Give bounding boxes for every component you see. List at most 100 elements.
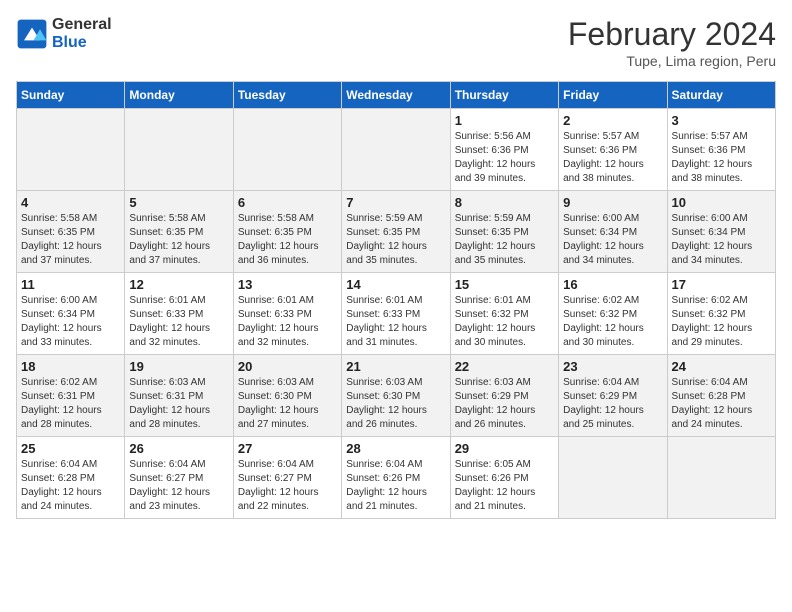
calendar-cell: 24 Sunrise: 6:04 AMSunset: 6:28 PMDayligh… (667, 355, 775, 437)
day-info: Sunrise: 6:00 AMSunset: 6:34 PMDaylight:… (563, 212, 662, 268)
day-info: Sunrise: 5:58 AMSunset: 6:35 PMDaylight:… (21, 212, 120, 268)
weekday-header: Tuesday (233, 82, 341, 109)
day-number: 1 (455, 113, 554, 128)
day-info: Sunrise: 6:00 AMSunset: 6:34 PMDaylight:… (21, 294, 120, 350)
calendar-cell: 27 Sunrise: 6:04 AMSunset: 6:27 PMDayligh… (233, 437, 341, 519)
calendar-week-row: 18 Sunrise: 6:02 AMSunset: 6:31 PMDayligh… (17, 355, 776, 437)
calendar-cell: 11 Sunrise: 6:00 AMSunset: 6:34 PMDayligh… (17, 273, 125, 355)
subtitle: Tupe, Lima region, Peru (568, 53, 776, 69)
weekday-header: Wednesday (342, 82, 450, 109)
day-info: Sunrise: 6:02 AMSunset: 6:32 PMDaylight:… (563, 294, 662, 350)
calendar-cell: 13 Sunrise: 6:01 AMSunset: 6:33 PMDayligh… (233, 273, 341, 355)
calendar-week-row: 11 Sunrise: 6:00 AMSunset: 6:34 PMDayligh… (17, 273, 776, 355)
day-number: 18 (21, 359, 120, 374)
day-info: Sunrise: 5:56 AMSunset: 6:36 PMDaylight:… (455, 130, 554, 186)
calendar-cell: 7 Sunrise: 5:59 AMSunset: 6:35 PMDaylight… (342, 191, 450, 273)
day-number: 29 (455, 441, 554, 456)
day-info: Sunrise: 5:59 AMSunset: 6:35 PMDaylight:… (455, 212, 554, 268)
day-info: Sunrise: 6:03 AMSunset: 6:31 PMDaylight:… (129, 376, 228, 432)
weekday-header: Friday (559, 82, 667, 109)
calendar-cell: 18 Sunrise: 6:02 AMSunset: 6:31 PMDayligh… (17, 355, 125, 437)
calendar-cell: 6Sunrise: 5:58 AMSunset: 6:35 PMDaylight… (233, 191, 341, 273)
calendar-cell: 22 Sunrise: 6:03 AMSunset: 6:29 PMDayligh… (450, 355, 558, 437)
day-number: 11 (21, 277, 120, 292)
day-number: 17 (672, 277, 771, 292)
calendar-cell (667, 437, 775, 519)
calendar-cell: 14 Sunrise: 6:01 AMSunset: 6:33 PMDayligh… (342, 273, 450, 355)
logo-text-line1: General (52, 16, 112, 34)
day-number: 25 (21, 441, 120, 456)
day-number: 23 (563, 359, 662, 374)
calendar-cell: 17 Sunrise: 6:02 AMSunset: 6:32 PMDayligh… (667, 273, 775, 355)
day-info: Sunrise: 6:03 AMSunset: 6:30 PMDaylight:… (346, 376, 445, 432)
calendar-cell: 25 Sunrise: 6:04 AMSunset: 6:28 PMDayligh… (17, 437, 125, 519)
calendar-header-row: SundayMondayTuesdayWednesdayThursdayFrid… (17, 82, 776, 109)
day-info: Sunrise: 6:03 AMSunset: 6:29 PMDaylight:… (455, 376, 554, 432)
day-info: Sunrise: 6:04 AMSunset: 6:28 PMDaylight:… (672, 376, 771, 432)
day-info: Sunrise: 5:57 AMSunset: 6:36 PMDaylight:… (672, 130, 771, 186)
weekday-header: Sunday (17, 82, 125, 109)
calendar-cell: 29Sunrise: 6:05 AMSunset: 6:26 PMDayligh… (450, 437, 558, 519)
calendar-cell: 21Sunrise: 6:03 AMSunset: 6:30 PMDayligh… (342, 355, 450, 437)
day-number: 5 (129, 195, 228, 210)
calendar-cell: 15 Sunrise: 6:01 AMSunset: 6:32 PMDayligh… (450, 273, 558, 355)
day-number: 9 (563, 195, 662, 210)
day-info: Sunrise: 5:57 AMSunset: 6:36 PMDaylight:… (563, 130, 662, 186)
day-info: Sunrise: 6:00 AMSunset: 6:34 PMDaylight:… (672, 212, 771, 268)
logo-text-line2: Blue (52, 34, 112, 52)
day-info: Sunrise: 6:04 AMSunset: 6:28 PMDaylight:… (21, 458, 120, 514)
day-info: Sunrise: 6:04 AMSunset: 6:27 PMDaylight:… (238, 458, 337, 514)
day-number: 7 (346, 195, 445, 210)
calendar-cell: 19 Sunrise: 6:03 AMSunset: 6:31 PMDayligh… (125, 355, 233, 437)
day-number: 28 (346, 441, 445, 456)
calendar-week-row: 1 Sunrise: 5:56 AMSunset: 6:36 PMDaylight… (17, 109, 776, 191)
day-number: 20 (238, 359, 337, 374)
logo: General Blue (16, 16, 112, 52)
day-number: 2 (563, 113, 662, 128)
day-info: Sunrise: 6:03 AMSunset: 6:30 PMDaylight:… (238, 376, 337, 432)
calendar-cell: 4 Sunrise: 5:58 AMSunset: 6:35 PMDaylight… (17, 191, 125, 273)
day-info: Sunrise: 6:01 AMSunset: 6:33 PMDaylight:… (129, 294, 228, 350)
day-number: 15 (455, 277, 554, 292)
day-info: Sunrise: 5:59 AMSunset: 6:35 PMDaylight:… (346, 212, 445, 268)
day-info: Sunrise: 6:04 AMSunset: 6:26 PMDaylight:… (346, 458, 445, 514)
calendar-cell: 1 Sunrise: 5:56 AMSunset: 6:36 PMDaylight… (450, 109, 558, 191)
day-number: 22 (455, 359, 554, 374)
calendar-cell: 28 Sunrise: 6:04 AMSunset: 6:26 PMDayligh… (342, 437, 450, 519)
calendar-cell (233, 109, 341, 191)
day-number: 24 (672, 359, 771, 374)
weekday-header: Monday (125, 82, 233, 109)
day-info: Sunrise: 6:02 AMSunset: 6:31 PMDaylight:… (21, 376, 120, 432)
weekday-header: Saturday (667, 82, 775, 109)
day-info: Sunrise: 5:58 AMSunset: 6:35 PMDaylight:… (129, 212, 228, 268)
calendar-cell: 2 Sunrise: 5:57 AMSunset: 6:36 PMDaylight… (559, 109, 667, 191)
day-number: 3 (672, 113, 771, 128)
day-info: Sunrise: 6:01 AMSunset: 6:33 PMDaylight:… (346, 294, 445, 350)
day-number: 8 (455, 195, 554, 210)
day-info: Sunrise: 6:01 AMSunset: 6:33 PMDaylight:… (238, 294, 337, 350)
calendar-cell (559, 437, 667, 519)
calendar-cell: 12Sunrise: 6:01 AMSunset: 6:33 PMDayligh… (125, 273, 233, 355)
day-number: 13 (238, 277, 337, 292)
day-info: Sunrise: 6:02 AMSunset: 6:32 PMDaylight:… (672, 294, 771, 350)
day-number: 14 (346, 277, 445, 292)
day-number: 10 (672, 195, 771, 210)
day-number: 27 (238, 441, 337, 456)
calendar-cell: 26Sunrise: 6:04 AMSunset: 6:27 PMDayligh… (125, 437, 233, 519)
day-number: 26 (129, 441, 228, 456)
calendar-cell (125, 109, 233, 191)
main-title: February 2024 (568, 16, 776, 53)
calendar-cell: 23Sunrise: 6:04 AMSunset: 6:29 PMDayligh… (559, 355, 667, 437)
calendar-table: SundayMondayTuesdayWednesdayThursdayFrid… (16, 81, 776, 519)
calendar-cell (17, 109, 125, 191)
day-info: Sunrise: 5:58 AMSunset: 6:35 PMDaylight:… (238, 212, 337, 268)
logo-icon (16, 18, 48, 50)
calendar-cell: 5 Sunrise: 5:58 AMSunset: 6:35 PMDaylight… (125, 191, 233, 273)
day-number: 16 (563, 277, 662, 292)
calendar-cell: 10 Sunrise: 6:00 AMSunset: 6:34 PMDayligh… (667, 191, 775, 273)
weekday-header: Thursday (450, 82, 558, 109)
day-number: 4 (21, 195, 120, 210)
calendar-week-row: 4 Sunrise: 5:58 AMSunset: 6:35 PMDaylight… (17, 191, 776, 273)
day-number: 19 (129, 359, 228, 374)
day-info: Sunrise: 6:01 AMSunset: 6:32 PMDaylight:… (455, 294, 554, 350)
